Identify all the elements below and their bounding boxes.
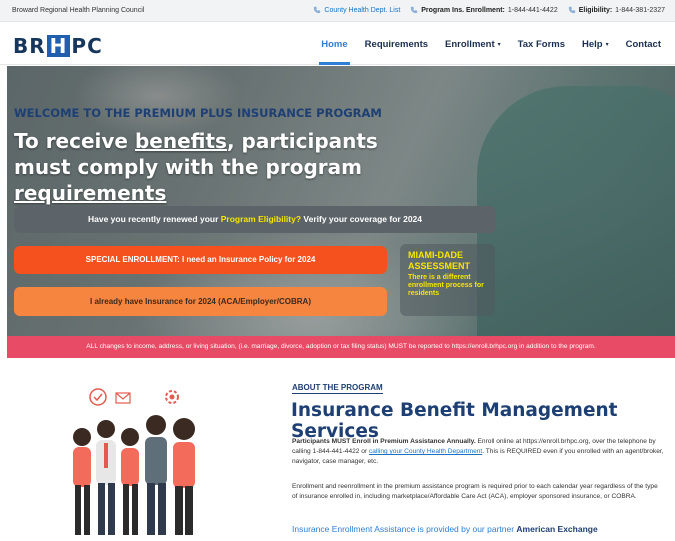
eligibility-phone[interactable]: Eligibility: 1-844-381-2327 — [568, 6, 665, 14]
headline-benefits: benefits — [134, 129, 227, 153]
renew-text: Have you recently renewed your — [88, 214, 221, 224]
email-icon — [115, 392, 131, 404]
enroll-emphasis: Participants MUST Enroll in Premium Assi… — [292, 438, 476, 445]
hero-welcome: WELCOME TO THE PREMIUM PLUS INSURANCE PR… — [14, 106, 382, 120]
phone-icon — [411, 6, 418, 14]
renew-highlight: Program Eligibility? — [220, 214, 302, 224]
nav-requirements[interactable]: Requirements — [365, 39, 428, 50]
enrollment-phone[interactable]: Program Ins. Enrollment: 1-844-441-4422 — [410, 6, 558, 14]
nav-tax-forms[interactable]: Tax Forms — [518, 39, 565, 50]
nav-requirements-label: Requirements — [364, 39, 429, 50]
about-kicker: ABOUT THE PROGRAM — [292, 383, 383, 392]
nav-contact-label: Contact — [625, 39, 661, 50]
phone-icon — [568, 6, 575, 14]
top-links: County Health Dept. List Program Ins. En… — [313, 6, 665, 14]
eligibility-phone-number: 1-844-381-2327 — [615, 6, 665, 14]
headline-part: To receive — [14, 129, 135, 153]
hero-banner: WELCOME TO THE PREMIUM PLUS INSURANCE PR… — [7, 66, 675, 357]
already-insured-button[interactable]: I already have Insurance for 2024 (ACA/E… — [14, 287, 387, 316]
nav-home-label: Home — [321, 39, 348, 50]
miami-subtitle: There is a different enrollment process … — [408, 274, 484, 297]
renew-text: Verify your coverage for 2024 — [301, 214, 422, 224]
gear-icon — [165, 390, 179, 404]
people-illustration — [73, 388, 195, 535]
headline-requirements: requirements — [14, 181, 167, 205]
enrollment-phone-label: Program Ins. Enrollment: — [421, 6, 505, 14]
hero-headline: To receive benefits, participants must c… — [14, 128, 434, 206]
top-utility-bar: Broward Regional Health Planning Council… — [0, 0, 675, 22]
chevron-down-icon: ▾ — [605, 42, 609, 48]
logo-text-left: BR — [13, 34, 46, 58]
nav-enrollment[interactable]: Enrollment ▾ — [445, 39, 501, 50]
chevron-down-icon: ▾ — [497, 42, 501, 48]
county-health-link-label: County Health Dept. List — [324, 6, 401, 14]
notification-icon — [89, 388, 107, 406]
nav-menu: Home Requirements Enrollment ▾ Tax Forms … — [319, 39, 661, 65]
eligibility-phone-label: Eligibility: — [578, 6, 613, 14]
main-nav: BR H PC Home Requirements Enrollment ▾ Ta… — [0, 23, 675, 65]
nav-help-label: Help — [582, 39, 603, 50]
county-health-link[interactable]: County Health Dept. List — [313, 6, 400, 14]
reenrollment-paragraph: Enrollment and reenrollment in the premi… — [292, 483, 658, 500]
partner-text: Insurance Enrollment Assistance is provi… — [292, 524, 517, 534]
logo-text-h: H — [46, 35, 71, 57]
county-health-department-link[interactable]: calling your County Health Department — [369, 448, 482, 455]
renew-eligibility-button[interactable]: Have you recently renewed your Program E… — [14, 206, 496, 233]
brhpc-logo[interactable]: BR H PC — [13, 34, 103, 58]
reporting-alert-banner: ALL changes to income, address, or livin… — [7, 336, 675, 358]
american-exchange-link[interactable]: American Exchange — [516, 524, 597, 534]
special-enrollment-button[interactable]: SPECIAL ENROLLMENT: I need an Insurance … — [14, 246, 387, 274]
miami-title: MIAMI-DADE ASSESSMENT — [408, 250, 471, 271]
nav-tax-forms-label: Tax Forms — [517, 39, 566, 50]
nav-contact[interactable]: Contact — [626, 39, 661, 50]
enrollment-paragraph: Participants MUST Enroll in Premium Assi… — [292, 437, 664, 467]
phone-icon — [314, 6, 321, 14]
nav-help[interactable]: Help ▾ — [582, 39, 609, 50]
nav-enrollment-label: Enrollment — [445, 39, 495, 50]
partner-line: Insurance Enrollment Assistance is provi… — [292, 524, 598, 534]
nav-home[interactable]: Home — [319, 39, 351, 65]
miami-dade-assessment-card[interactable]: MIAMI-DADE ASSESSMENT There is a differe… — [400, 244, 495, 316]
org-name: Broward Regional Health Planning Council — [12, 7, 145, 14]
section-title: Insurance Benefit Management Services — [291, 400, 618, 442]
logo-text-right: PC — [71, 34, 103, 58]
enrollment-phone-number: 1-844-441-4422 — [507, 6, 558, 14]
